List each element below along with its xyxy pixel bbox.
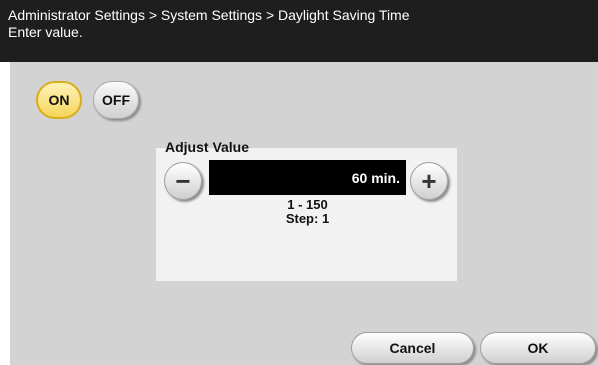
decrease-button[interactable]: − [164, 162, 202, 200]
off-button[interactable]: OFF [93, 81, 139, 119]
ok-button[interactable]: OK [480, 332, 596, 364]
daylight-saving-screen: Administrator Settings > System Settings… [0, 0, 598, 365]
minus-icon: − [175, 165, 191, 196]
breadcrumb: Administrator Settings > System Settings… [8, 7, 410, 23]
adjust-value-title: Adjust Value [165, 139, 250, 155]
cancel-button[interactable]: Cancel [351, 332, 474, 364]
on-button[interactable]: ON [36, 81, 82, 119]
header-bar: Administrator Settings > System Settings… [0, 0, 598, 62]
value-input[interactable]: 60 min. [209, 160, 406, 195]
value-range: 1 - 150 [287, 197, 328, 212]
plus-icon: + [421, 165, 437, 196]
instruction-text: Enter value. [8, 24, 83, 40]
increase-button[interactable]: + [410, 162, 448, 200]
value-step: Step: 1 [285, 211, 330, 226]
value-text: 60 min. [351, 169, 400, 186]
